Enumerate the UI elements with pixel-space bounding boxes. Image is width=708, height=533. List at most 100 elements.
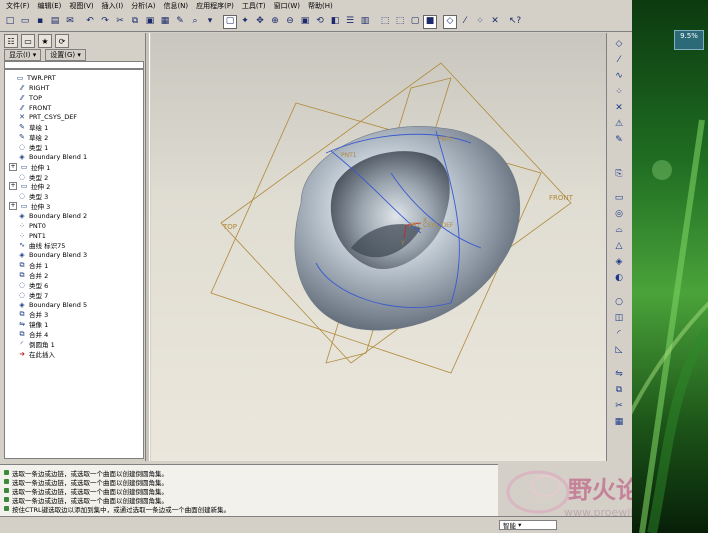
shell-tool-icon[interactable]: ◫ [611, 311, 627, 325]
blend-tool-icon[interactable]: △ [611, 239, 627, 253]
settings-menu-button[interactable]: 设置(G) ▾ [45, 49, 86, 61]
no-hidden-icon[interactable]: ▢ [408, 15, 422, 29]
expand-toggle-icon[interactable]: + [9, 182, 17, 191]
expand-toggle-icon[interactable]: + [9, 202, 17, 211]
menu-item-4[interactable]: 分析(A) [131, 1, 155, 11]
extrude-tool-icon[interactable]: ▭ [611, 191, 627, 205]
wireframe-icon[interactable]: ⬚ [378, 15, 392, 29]
view-manager-icon[interactable]: ▥ [358, 15, 372, 29]
find-icon[interactable]: ⌕ [188, 15, 202, 29]
tree-item[interactable]: ✎ 草绘 2 [9, 132, 48, 142]
copy-icon[interactable]: ⧉ [128, 15, 142, 29]
paste-special-icon[interactable]: ▦ [158, 15, 172, 29]
tree-item[interactable]: ⧉ 合并 2 [9, 270, 49, 281]
datum-axes-toggle-icon[interactable]: ⁄ [458, 15, 472, 29]
tree-item[interactable]: ⁘ PNT1 [9, 231, 46, 241]
shading-icon[interactable]: ■ [423, 14, 437, 29]
sketch-tool-icon[interactable]: ✎ [611, 133, 627, 147]
csys-toggle-icon[interactable]: ✕ [488, 15, 502, 29]
redo-icon[interactable]: ↷ [98, 15, 112, 29]
datum-plane-tool-icon[interactable]: ◇ [611, 37, 627, 51]
menu-item-9[interactable]: 帮助(H) [308, 1, 333, 11]
history-tab-icon[interactable]: ⟳ [55, 34, 69, 48]
chamfer-tool-icon[interactable]: ◺ [611, 343, 627, 357]
print-icon[interactable]: ▤ [48, 15, 62, 29]
graphics-viewport[interactable]: TOP FRONT PNT0 PNT1 PRT_CSYS_DEF X Y [151, 33, 606, 461]
save-icon[interactable]: ▪ [33, 15, 47, 29]
tree-item[interactable]: ✎ 草绘 1 [9, 122, 48, 132]
tree-item[interactable]: ⧉ 合并 3 [9, 309, 49, 320]
show-menu-button[interactable]: 显示(I) ▾ [4, 49, 42, 61]
menu-item-5[interactable]: 信息(N) [163, 1, 188, 11]
tree-item[interactable]: ⇋ 镜像 1 [9, 319, 48, 329]
open-folder-icon[interactable]: ▭ [18, 15, 32, 29]
tree-item[interactable]: ◜ 倒圆角 1 [9, 339, 55, 349]
menu-item-6[interactable]: 应用程序(P) [196, 1, 234, 11]
tree-item[interactable]: ◌ 类型 2 [9, 172, 48, 182]
datum-axis-tool-icon[interactable]: ⁄ [611, 53, 627, 67]
sweep-tool-icon[interactable]: ⌓ [611, 223, 627, 237]
repaint-icon[interactable]: ▢ [223, 14, 237, 29]
csys-tool-icon[interactable]: ✕ [611, 101, 627, 115]
menu-item-1[interactable]: 编辑(E) [38, 1, 62, 11]
tree-item[interactable]: ◌ 类型 3 [9, 191, 48, 201]
menu-item-3[interactable]: 插入(I) [102, 1, 124, 11]
tree-item[interactable]: ▭ TWR.PRT [7, 73, 56, 83]
tree-item[interactable]: ⧉ 合并 4 [9, 329, 49, 340]
tree-item[interactable]: ⁄⁄ FRONT [9, 103, 51, 113]
reorient-icon[interactable]: ⟲ [313, 15, 327, 29]
revolve-tool-icon[interactable]: ◎ [611, 207, 627, 221]
model-tree-tab-icon[interactable]: ☷ [4, 34, 18, 48]
tree-item[interactable]: ◌ 类型 1 [9, 142, 48, 152]
pattern-tool-icon[interactable]: ▦ [611, 415, 627, 429]
menu-item-7[interactable]: 工具(T) [242, 1, 266, 11]
tree-item[interactable]: ⁄⁄ RIGHT [9, 83, 50, 93]
context-help-icon[interactable]: ↖? [508, 15, 522, 29]
tree-item[interactable]: ◌ 类型 6 [9, 280, 48, 290]
analysis-tool-icon[interactable]: ⚠ [611, 117, 627, 131]
tree-item[interactable]: ⁘ PNT0 [9, 221, 46, 231]
select-box-icon[interactable]: ▾ [203, 15, 217, 29]
undo-icon[interactable]: ↶ [83, 15, 97, 29]
orient-mode-icon[interactable]: ✥ [253, 15, 267, 29]
tree-item[interactable]: ◈ Boundary Blend 3 [9, 250, 87, 260]
selection-filter-select[interactable]: 智能 ▾ [499, 520, 557, 530]
round-tool-icon[interactable]: ◜ [611, 327, 627, 341]
spin-center-icon[interactable]: ✦ [238, 15, 252, 29]
tree-filter-strip[interactable] [4, 61, 144, 69]
tree-item[interactable]: + ▭ 拉伸 1 [9, 162, 50, 172]
cut-icon[interactable]: ✂ [113, 15, 127, 29]
zoom-in-icon[interactable]: ⊕ [268, 15, 282, 29]
tree-item[interactable]: + ▭ 拉伸 3 [9, 201, 50, 211]
tree-item[interactable]: ◈ Boundary Blend 2 [9, 211, 87, 221]
saved-views-icon[interactable]: ◧ [328, 15, 342, 29]
favorites-tab-icon[interactable]: ★ [38, 34, 52, 48]
folder-browser-tab-icon[interactable]: ▭ [21, 34, 35, 48]
datum-planes-toggle-icon[interactable]: ◇ [443, 14, 457, 29]
tree-item[interactable]: ◈ Boundary Blend 5 [9, 300, 87, 310]
boundary-blend-tool-icon[interactable]: ◈ [611, 255, 627, 269]
tree-item[interactable]: ✕ PRT_CSYS_DEF [9, 112, 77, 122]
email-icon[interactable]: ✉ [63, 15, 77, 29]
panel-sash[interactable] [145, 33, 150, 461]
tree-item[interactable]: ∿ 曲线 标识75 [9, 240, 65, 250]
style-tool-icon[interactable]: ◐ [611, 271, 627, 285]
layers-icon[interactable]: ☰ [343, 15, 357, 29]
datum-points-toggle-icon[interactable]: ⁘ [473, 15, 487, 29]
mirror-tool-icon[interactable]: ⇋ [611, 367, 627, 381]
regenerate-icon[interactable]: ✎ [173, 15, 187, 29]
trim-tool-icon[interactable]: ✂ [611, 399, 627, 413]
tree-item[interactable]: ◈ Boundary Blend 1 [9, 152, 87, 162]
tree-item[interactable]: ◌ 类型 7 [9, 290, 48, 300]
tree-item[interactable]: ➜ 在此插入 [9, 349, 55, 359]
new-file-icon[interactable]: □ [3, 15, 17, 29]
menu-item-2[interactable]: 视图(V) [69, 1, 93, 11]
hidden-line-icon[interactable]: ⬚ [393, 15, 407, 29]
datum-curve-tool-icon[interactable]: ∿ [611, 69, 627, 83]
tree-item[interactable]: ⁄⁄ TOP [9, 93, 42, 103]
placement-tool-icon[interactable]: ⎘ [611, 167, 627, 181]
tree-item[interactable]: + ▭ 拉伸 2 [9, 181, 50, 191]
paste-icon[interactable]: ▣ [143, 15, 157, 29]
tree-item[interactable]: ⧉ 合并 1 [9, 260, 49, 271]
hole-tool-icon[interactable]: ○ [611, 295, 627, 309]
